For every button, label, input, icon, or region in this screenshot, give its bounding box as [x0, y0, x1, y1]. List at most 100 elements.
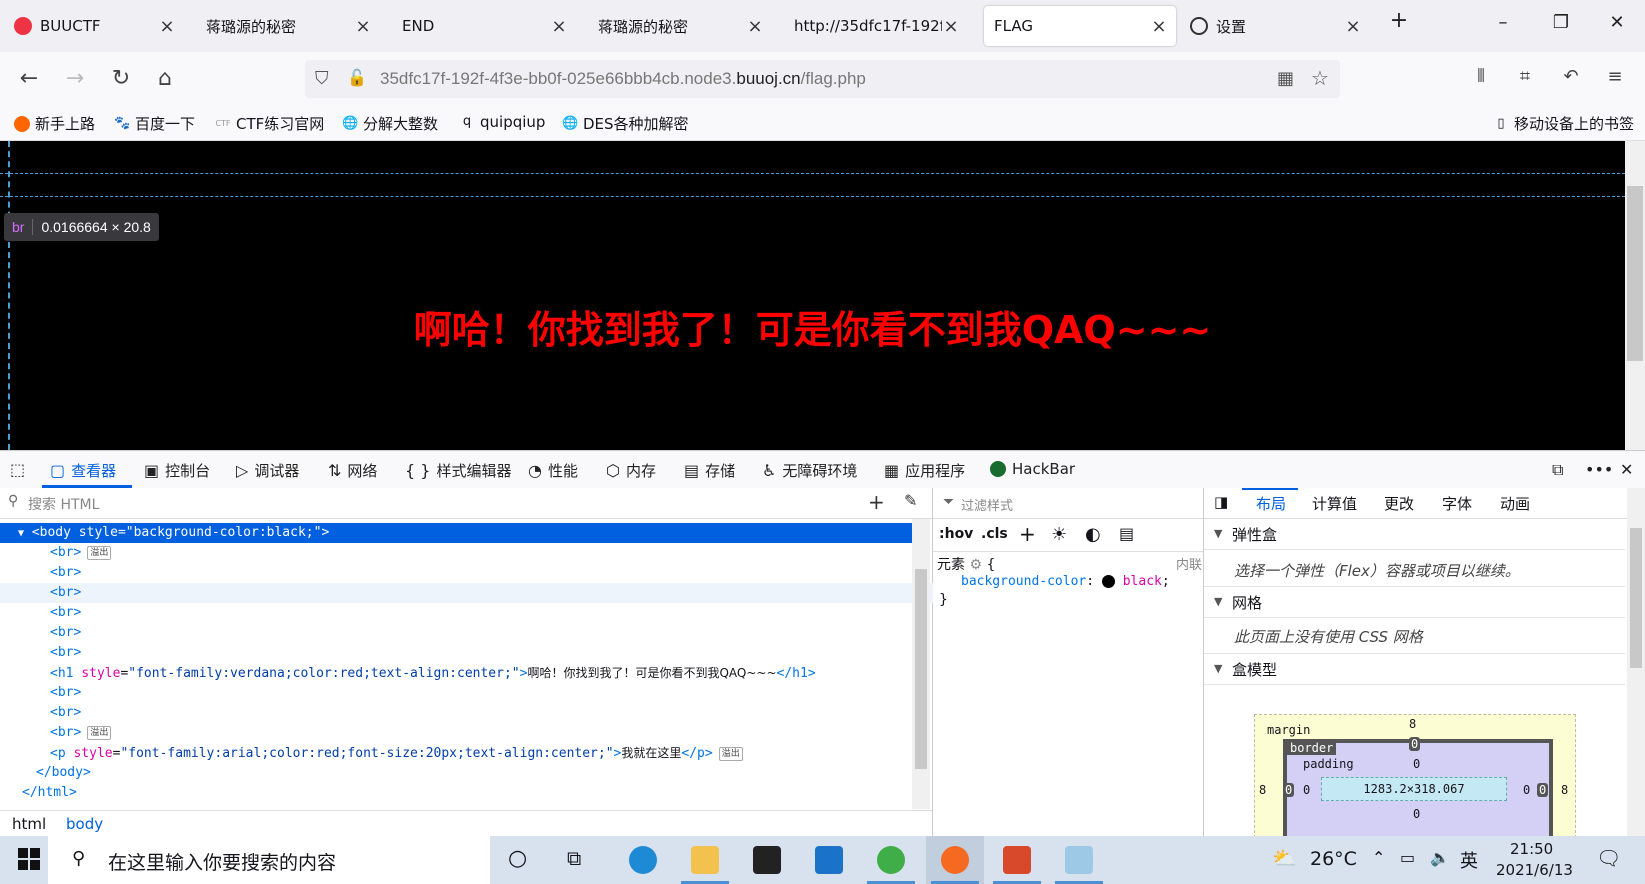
tab-memory[interactable]: ⬡ 内存 [606, 460, 656, 481]
flexbox-section-header[interactable]: ▼ 弹性盒 [1204, 519, 1625, 550]
tab-hackbar[interactable]: HackBar [990, 460, 1075, 478]
tab-style-editor[interactable]: { } 样式编辑器 [405, 460, 511, 481]
scrollbar-thumb[interactable] [915, 569, 927, 769]
chevron-up-icon[interactable]: ⌃ [1372, 848, 1385, 867]
markup-line-br[interactable]: <br> [0, 703, 962, 723]
undo-icon[interactable]: ↶ [1556, 66, 1586, 87]
network-icon[interactable]: ▭ [1400, 848, 1415, 867]
tab-flag[interactable]: FLAG × [984, 6, 1176, 46]
margin-left-value[interactable]: 8 [1259, 783, 1266, 797]
ime-indicator[interactable]: 英 [1460, 847, 1478, 873]
bookmark-item[interactable]: 🌐 分解大整数 [342, 113, 438, 134]
tab-network[interactable]: ⇅ 网络 [328, 460, 377, 481]
bookmark-item[interactable]: 🌐 DES各种加解密 [562, 113, 689, 134]
dock-icon[interactable]: ⧉ [1552, 460, 1569, 480]
grid-section-header[interactable]: ▼ 网格 [1204, 586, 1625, 618]
tab-changes[interactable]: 更改 [1384, 493, 1414, 514]
markup-line-br[interactable]: <br> 溢出 [0, 723, 962, 743]
close-icon[interactable]: × [1150, 16, 1168, 37]
add-rule-icon[interactable]: + [1019, 522, 1036, 546]
tab-accessibility[interactable]: ♿ 无障碍环境 [762, 460, 857, 481]
margin-top-value[interactable]: 8 [1409, 717, 1416, 731]
padding-bottom-value[interactable]: 0 [1413, 807, 1420, 821]
forward-icon[interactable]: → [60, 66, 90, 91]
eyedropper-icon[interactable]: ✎ [904, 491, 917, 510]
minimize-button[interactable]: – [1488, 12, 1518, 33]
tab-secret-1[interactable]: 蒋璐源的秘密 × [196, 6, 380, 46]
tab-settings[interactable]: 设置 × [1180, 6, 1370, 46]
markup-line-html-close[interactable]: </html> [0, 783, 934, 803]
tab-fonts[interactable]: 字体 [1442, 493, 1472, 514]
breadcrumb-body[interactable]: body [66, 815, 103, 833]
hov-toggle[interactable]: :hov [939, 526, 973, 542]
tab-http[interactable]: http://35dfc17f-192f- × [784, 6, 968, 46]
cortana-icon[interactable]: ○ [508, 846, 527, 871]
html-search[interactable]: ⚲ 搜索 HTML + ✎ [0, 488, 932, 519]
padding-left-value[interactable]: 0 [1303, 783, 1310, 797]
markup-line-br[interactable]: <br> [0, 583, 962, 603]
edge-icon[interactable] [629, 846, 657, 874]
markup-line-br[interactable]: <br> 溢出 [0, 543, 962, 563]
layout-scrollbar[interactable] [1627, 488, 1645, 836]
light-theme-icon[interactable]: ☀ [1051, 524, 1067, 545]
tab-debugger[interactable]: ▷ 调试器 [236, 460, 299, 481]
clock-date[interactable]: 2021/6/13 [1496, 861, 1573, 879]
url-bar[interactable]: ⛉ 🔓 35dfc17f-192f-4f3e-bb0f-025e66bbb4cb… [305, 60, 1340, 98]
app-icon[interactable] [1003, 846, 1031, 874]
tab-end[interactable]: END × [392, 6, 576, 46]
collapse-arrow-icon[interactable]: ▼ [0, 524, 24, 544]
markup-line-body-close[interactable]: </body> [0, 763, 948, 783]
menu-icon[interactable]: ≡ [1600, 66, 1630, 87]
tab-storage[interactable]: ▤ 存储 [684, 460, 735, 481]
close-icon[interactable]: × [942, 16, 960, 37]
search-input[interactable]: 在这里输入你要搜索的内容 [108, 848, 336, 875]
new-tab-button[interactable]: + [1384, 8, 1414, 33]
markup-line-p[interactable]: <p style="font-family:arial;color:red;fo… [0, 743, 962, 763]
box-model-section-header[interactable]: ▼ 盒模型 [1204, 653, 1625, 685]
screenshot-icon[interactable]: ⌗ [1510, 66, 1540, 87]
file-explorer-icon[interactable] [691, 846, 719, 874]
border-left-value[interactable]: 0 [1283, 783, 1295, 797]
back-icon[interactable]: ← [14, 66, 44, 91]
notification-icon[interactable]: 🗨 [1596, 846, 1621, 870]
close-devtools-icon[interactable]: ✕ [1620, 460, 1639, 479]
markup-line-br[interactable]: <br> [0, 563, 962, 583]
close-window-button[interactable]: ✕ [1602, 12, 1632, 33]
close-icon[interactable]: × [550, 16, 568, 37]
notepad-icon[interactable] [1065, 846, 1093, 874]
star-icon[interactable]: ☆ [1311, 66, 1329, 90]
clock-time[interactable]: 21:50 [1510, 840, 1553, 858]
tab-secret-2[interactable]: 蒋璐源的秘密 × [588, 6, 772, 46]
volume-icon[interactable]: 🔈 [1430, 848, 1450, 867]
markup-scrollbar[interactable] [912, 519, 930, 809]
tab-application[interactable]: ▦ 应用程序 [884, 460, 965, 481]
tab-inspector[interactable]: ▢ 查看器 [50, 460, 116, 481]
markup-line-br[interactable]: <br> [0, 643, 962, 663]
content-size[interactable]: 1283.2×318.067 [1321, 777, 1507, 801]
bookmark-item[interactable]: 新手上路 [14, 113, 95, 134]
tab-computed[interactable]: 计算值 [1312, 493, 1357, 514]
tab-animations[interactable]: 动画 [1500, 493, 1530, 514]
sidebar-toggle-icon[interactable]: ◨ [1214, 493, 1228, 511]
browser-360-icon[interactable] [877, 846, 905, 874]
markup-line-br[interactable]: <br> [0, 623, 962, 643]
border-right-value[interactable]: 0 [1537, 783, 1549, 797]
restore-button[interactable]: ❐ [1546, 12, 1576, 33]
firefox-icon[interactable] [941, 846, 969, 874]
insecure-lock-icon[interactable]: 🔓 [347, 68, 367, 87]
page-scrollbar[interactable] [1625, 141, 1645, 450]
padding-top-value[interactable]: 0 [1413, 757, 1420, 771]
markup-line-br[interactable]: <br> [0, 603, 962, 623]
taskbar-search[interactable]: ⚲ 在这里输入你要搜索的内容 [48, 836, 490, 884]
padding-right-value[interactable]: 0 [1523, 783, 1530, 797]
markup-line-body[interactable]: ▼ <body style="background-color:black;"> [0, 523, 912, 543]
tab-performance[interactable]: ◔ 性能 [528, 460, 578, 481]
rule-declaration[interactable]: background-color: black; [961, 574, 1170, 589]
scrollbar-thumb[interactable] [1627, 186, 1643, 361]
task-view-icon[interactable]: ⧉ [567, 846, 581, 870]
bookmark-item[interactable]: 🐾 百度一下 [114, 113, 195, 134]
bookmark-item[interactable]: CTF CTF练习官网 [215, 113, 324, 134]
store-icon[interactable] [753, 846, 781, 874]
mobile-bookmarks[interactable]: ▯ 移动设备上的书签 [1493, 113, 1634, 134]
close-icon[interactable]: × [158, 16, 176, 37]
